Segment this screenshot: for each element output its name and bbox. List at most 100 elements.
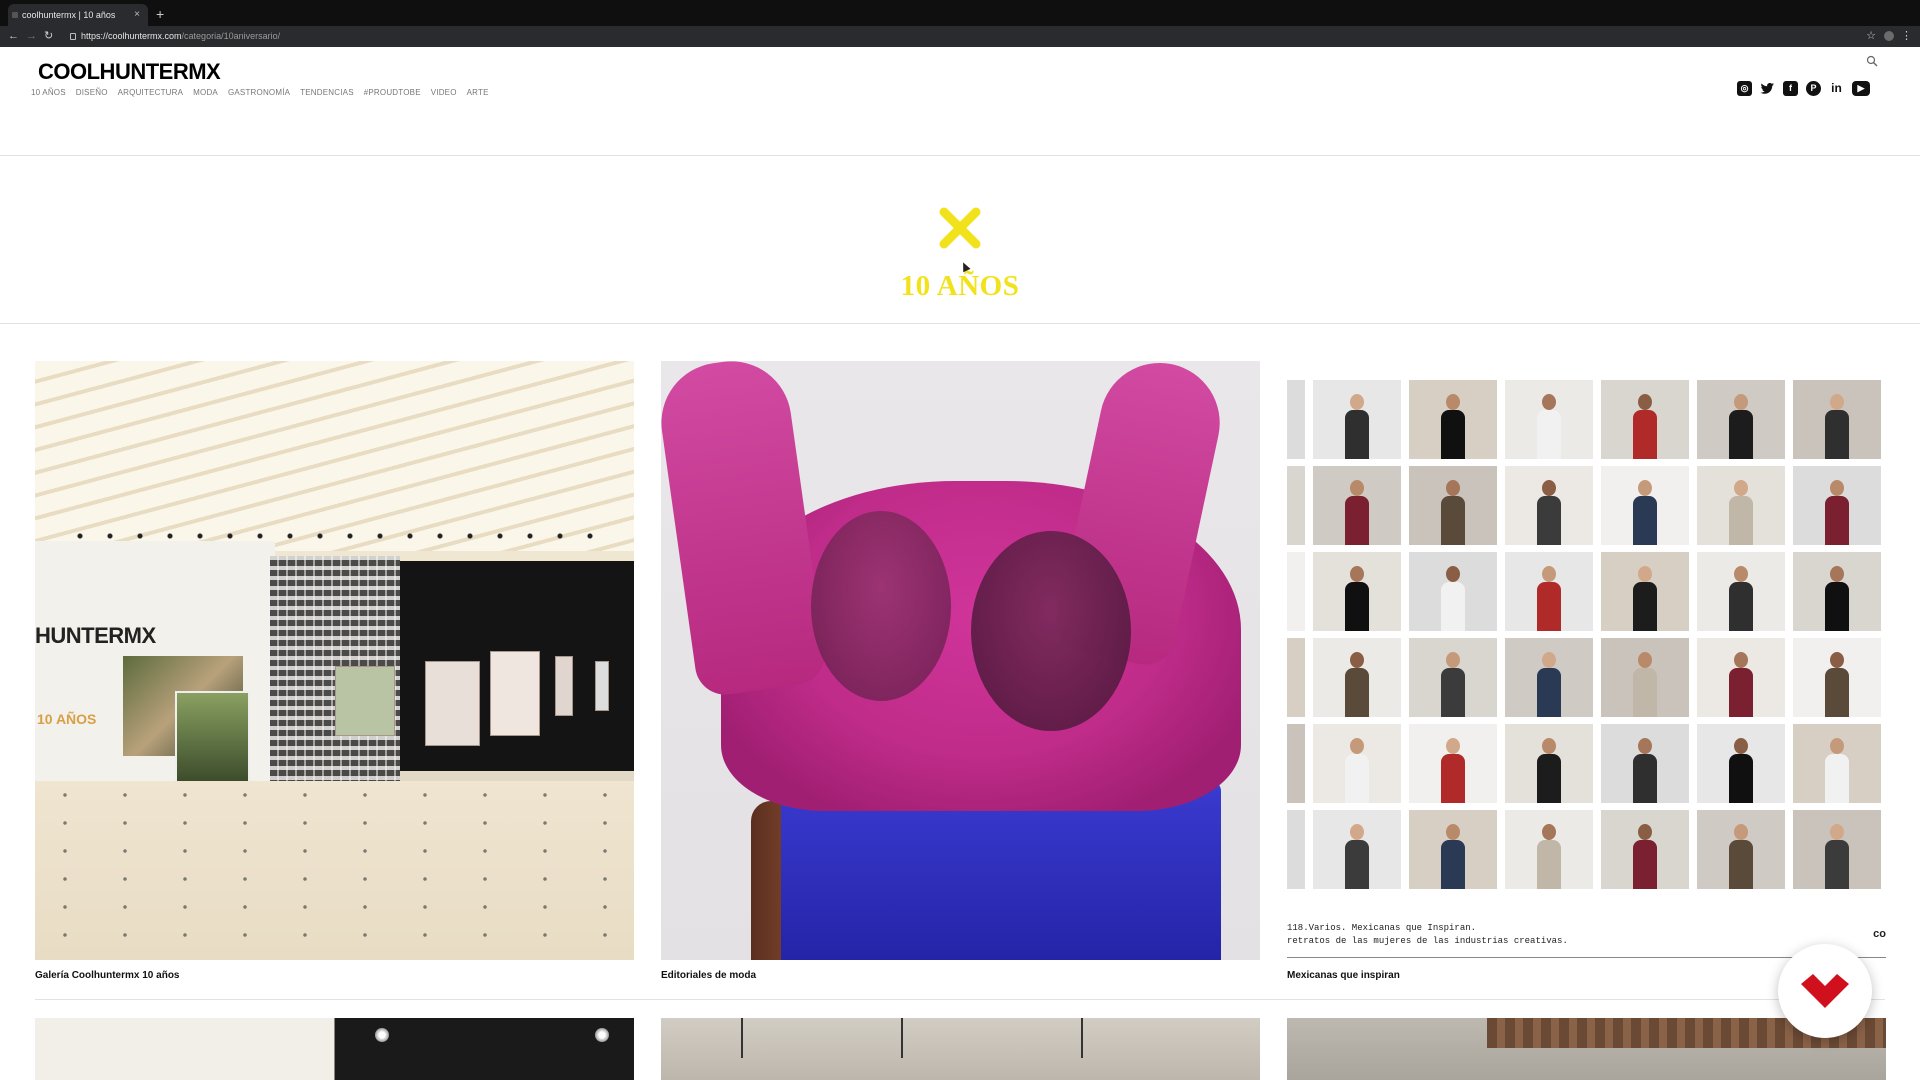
new-tab-button[interactable]: + [156, 4, 164, 24]
url-field[interactable]: https://coolhuntermx.com/categoria/10ani… [70, 30, 280, 43]
post-card-editoriales[interactable]: Editoriales de moda [661, 361, 1260, 981]
portrait-thumbnail [1409, 552, 1497, 631]
brand-x-icon [939, 207, 981, 249]
nav-item-10-anos[interactable]: 10 AÑOS [31, 88, 66, 97]
portrait-figure [1633, 652, 1657, 717]
post-card-mexicanas[interactable]: 118.Varios. Mexicanas que Inspiran. retr… [1287, 361, 1886, 981]
category-hero: 10 AÑOS [0, 157, 1920, 324]
post-title[interactable]: Editoriales de moda [661, 970, 1260, 981]
image-print [175, 691, 250, 786]
portrait-head [1350, 652, 1364, 668]
portrait-grid [1287, 380, 1886, 889]
portrait-head [1542, 480, 1556, 496]
portrait-body [1441, 410, 1465, 459]
portrait-thumbnail [1409, 724, 1497, 803]
portrait-body [1729, 496, 1753, 545]
portrait-body [1633, 668, 1657, 717]
image-panel [335, 666, 395, 736]
portrait-body [1537, 582, 1561, 631]
facebook-icon[interactable]: f [1783, 81, 1798, 96]
portrait-figure [1345, 480, 1369, 545]
linkedin-icon[interactable]: in [1829, 81, 1844, 96]
portrait-thumbnail [1601, 380, 1689, 459]
post-thumbnail[interactable] [35, 1018, 634, 1080]
portrait-thumbnail [1313, 466, 1401, 545]
post-thumbnail[interactable] [661, 1018, 1260, 1080]
portrait-head [1734, 652, 1748, 668]
portrait-thumbnail [1287, 552, 1305, 631]
forward-icon[interactable]: → [26, 29, 37, 43]
portrait-head [1542, 652, 1556, 668]
portrait-figure [1537, 394, 1561, 459]
nav-item-tendencias[interactable]: TENDENCIAS [300, 88, 354, 97]
back-icon[interactable]: ← [8, 29, 19, 43]
portrait-thumbnail [1313, 552, 1401, 631]
browser-menu-icon[interactable]: ⋮ [1901, 29, 1912, 42]
portrait-head [1830, 566, 1844, 582]
twitter-icon[interactable] [1760, 81, 1775, 96]
nav-item-arte[interactable]: ARTE [467, 88, 489, 97]
youtube-icon[interactable]: ▶ [1852, 81, 1870, 96]
image-line [741, 1018, 743, 1058]
post-thumbnail[interactable]: 118.Varios. Mexicanas que Inspiran. retr… [1287, 361, 1886, 960]
portrait-head [1446, 394, 1460, 410]
portrait-thumbnail [1505, 380, 1593, 459]
portrait-figure [1345, 824, 1369, 889]
portrait-body [1825, 840, 1849, 889]
image-caption-line: 118.Varios. Mexicanas que Inspiran. [1287, 923, 1477, 933]
search-icon[interactable] [1866, 55, 1878, 67]
portrait-body [1825, 582, 1849, 631]
portrait-figure [1825, 566, 1849, 631]
post-thumbnail[interactable]: HUNTERMX 10 AÑOS [35, 361, 634, 960]
portrait-head [1350, 394, 1364, 410]
tab-close-icon[interactable]: × [134, 4, 140, 26]
portrait-body [1633, 582, 1657, 631]
portrait-head [1830, 480, 1844, 496]
portrait-body [1537, 668, 1561, 717]
portrait-figure [1825, 652, 1849, 717]
portrait-thumbnail [1409, 638, 1497, 717]
portrait-thumbnail [1409, 380, 1497, 459]
portrait-figure [1345, 566, 1369, 631]
image-figure-head [971, 531, 1131, 731]
post-title[interactable]: Galería Coolhuntermx 10 años [35, 970, 634, 981]
image-panel [425, 661, 480, 746]
portrait-thumbnail [1697, 638, 1785, 717]
nav-item-video[interactable]: VIDEO [431, 88, 457, 97]
portrait-figure [1537, 738, 1561, 803]
reload-icon[interactable]: ↻ [44, 29, 53, 43]
portrait-body [1825, 754, 1849, 803]
floating-logo-button[interactable] [1778, 944, 1872, 1038]
portrait-figure [1633, 566, 1657, 631]
portrait-thumbnail [1601, 724, 1689, 803]
portrait-background [1287, 552, 1305, 631]
portrait-thumbnail [1505, 638, 1593, 717]
portrait-body [1729, 410, 1753, 459]
portrait-body [1345, 410, 1369, 459]
bookmark-star-icon[interactable]: ☆ [1866, 29, 1876, 42]
portrait-figure [1345, 738, 1369, 803]
post-card-galeria[interactable]: HUNTERMX 10 AÑOS Galería Coolhuntermx 10… [35, 361, 634, 981]
portrait-figure [1825, 738, 1849, 803]
portrait-body [1345, 496, 1369, 545]
nav-item-moda[interactable]: MODA [193, 88, 218, 97]
portrait-head [1638, 738, 1652, 754]
portrait-thumbnail [1505, 552, 1593, 631]
image-floor [35, 781, 634, 960]
nav-item-arquitectura[interactable]: ARQUITECTURA [118, 88, 184, 97]
browser-tab[interactable]: coolhuntermx | 10 años × [8, 4, 148, 26]
portrait-thumbnail [1409, 810, 1497, 889]
nav-item-proudtobe[interactable]: #PROUDTOBE [364, 88, 421, 97]
nav-item-gastronomia[interactable]: GASTRONOMÍA [228, 88, 290, 97]
pinterest-icon[interactable]: P [1806, 81, 1821, 96]
portrait-figure [1729, 394, 1753, 459]
portrait-body [1441, 840, 1465, 889]
instagram-icon[interactable]: ◎ [1737, 81, 1752, 96]
profile-avatar[interactable] [1884, 31, 1894, 41]
nav-item-diseno[interactable]: DISEÑO [76, 88, 108, 97]
portrait-head [1638, 652, 1652, 668]
post-thumbnail[interactable] [661, 361, 1260, 960]
url-host: https://coolhuntermx.com [81, 31, 182, 41]
site-logo[interactable]: COOLHUNTERMX [38, 59, 221, 85]
portrait-head [1542, 824, 1556, 840]
